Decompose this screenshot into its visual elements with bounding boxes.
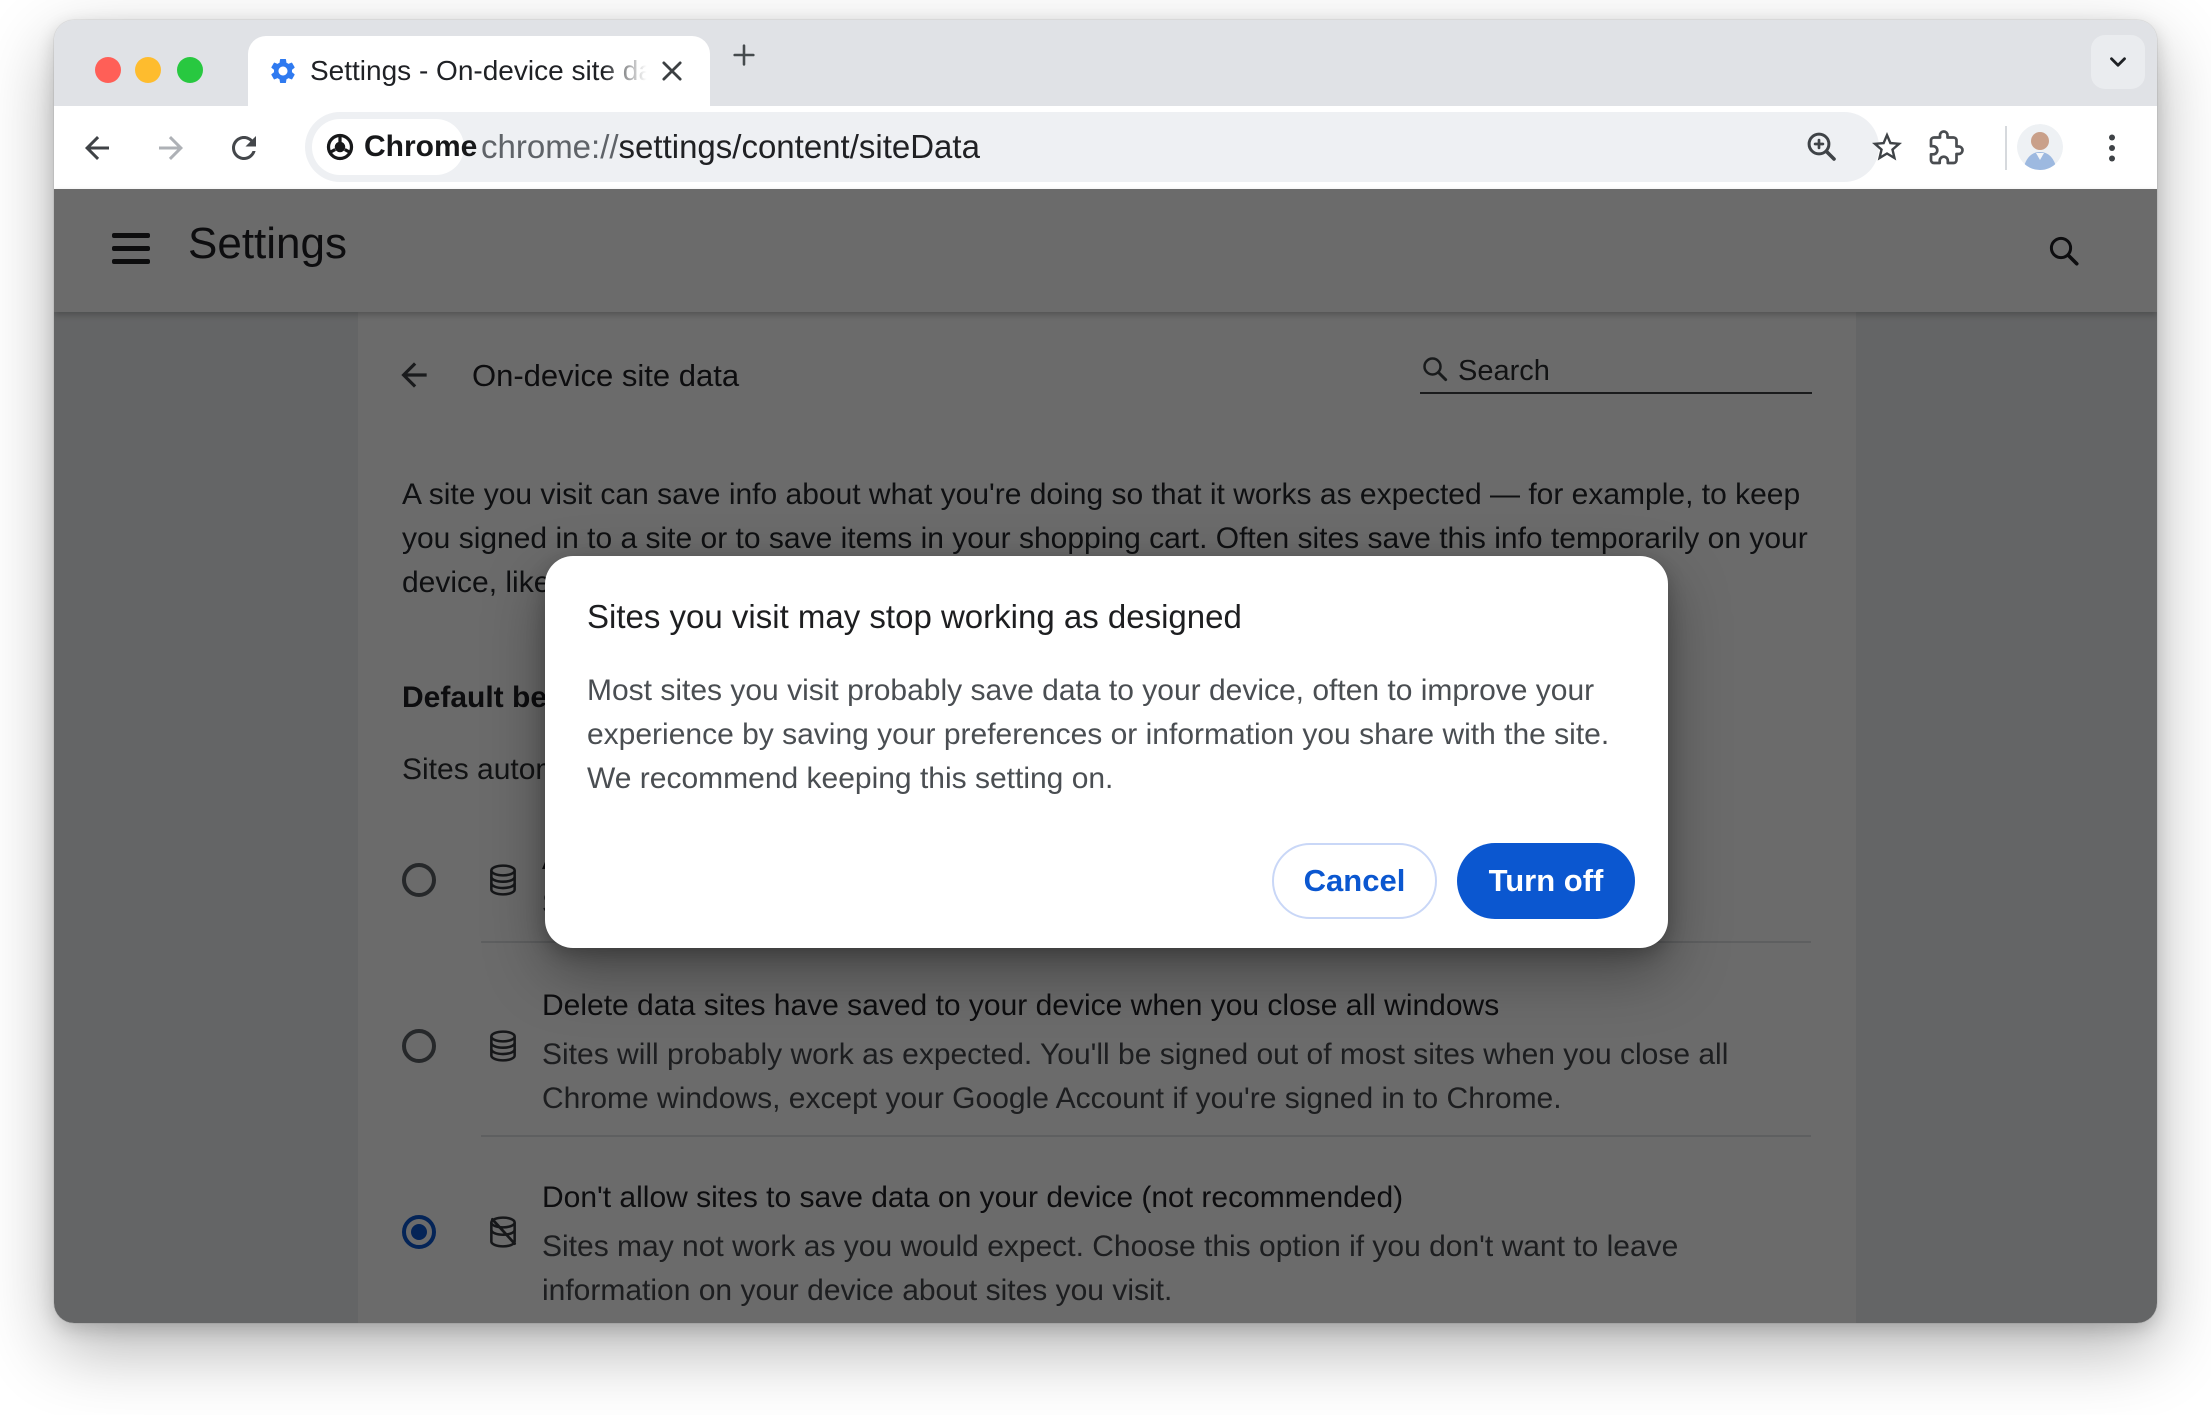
dialog-body: Most sites you visit probably save data … [587, 674, 1610, 795]
toolbar-divider [2005, 126, 2007, 170]
tab-close-icon[interactable] [658, 57, 686, 85]
window-zoom-button[interactable] [177, 57, 203, 83]
browser-window: Settings - On-device site data Chrome ch… [54, 20, 2157, 1323]
tab-title: Settings - On-device site data [310, 55, 650, 86]
dialog-title: Sites you visit may stop working as desi… [587, 598, 1242, 635]
chrome-logo-icon [326, 133, 354, 161]
zoom-in-icon[interactable] [1804, 129, 1840, 165]
site-badge[interactable]: Chrome [312, 119, 477, 175]
new-tab-button[interactable] [730, 41, 758, 69]
bookmark-star-icon[interactable] [1869, 129, 1905, 165]
cancel-button[interactable]: Cancel [1272, 843, 1437, 919]
confirm-dialog: Sites you visit may stop working as desi… [545, 556, 1668, 948]
chevron-down-icon [2110, 57, 2126, 67]
forward-icon[interactable] [153, 130, 189, 166]
url-path: settings/content/siteData [618, 128, 980, 165]
tab-strip: Settings - On-device site data [54, 20, 2157, 106]
menu-dots-icon[interactable] [2094, 130, 2130, 166]
window-close-button[interactable] [95, 57, 121, 83]
url-scheme: chrome:// [481, 128, 619, 165]
turn-off-button[interactable]: Turn off [1457, 843, 1635, 919]
settings-gear-icon [271, 59, 295, 83]
browser-tab[interactable]: Settings - On-device site data [248, 36, 710, 106]
profile-avatar[interactable] [2017, 124, 2063, 170]
address-bar[interactable]: Chrome chrome://settings/content/siteDat… [305, 112, 1902, 182]
browser-toolbar: Chrome chrome://settings/content/siteDat… [54, 106, 2157, 189]
window-minimize-button[interactable] [135, 57, 161, 83]
site-badge-label: Chrome [364, 130, 478, 163]
extensions-icon[interactable] [1928, 130, 1964, 166]
reload-icon[interactable] [226, 130, 262, 166]
url-text: chrome://settings/content/siteData [481, 112, 980, 182]
back-icon[interactable] [79, 130, 115, 166]
tab-search-button[interactable] [2091, 35, 2145, 89]
avatar-image [2017, 124, 2063, 170]
